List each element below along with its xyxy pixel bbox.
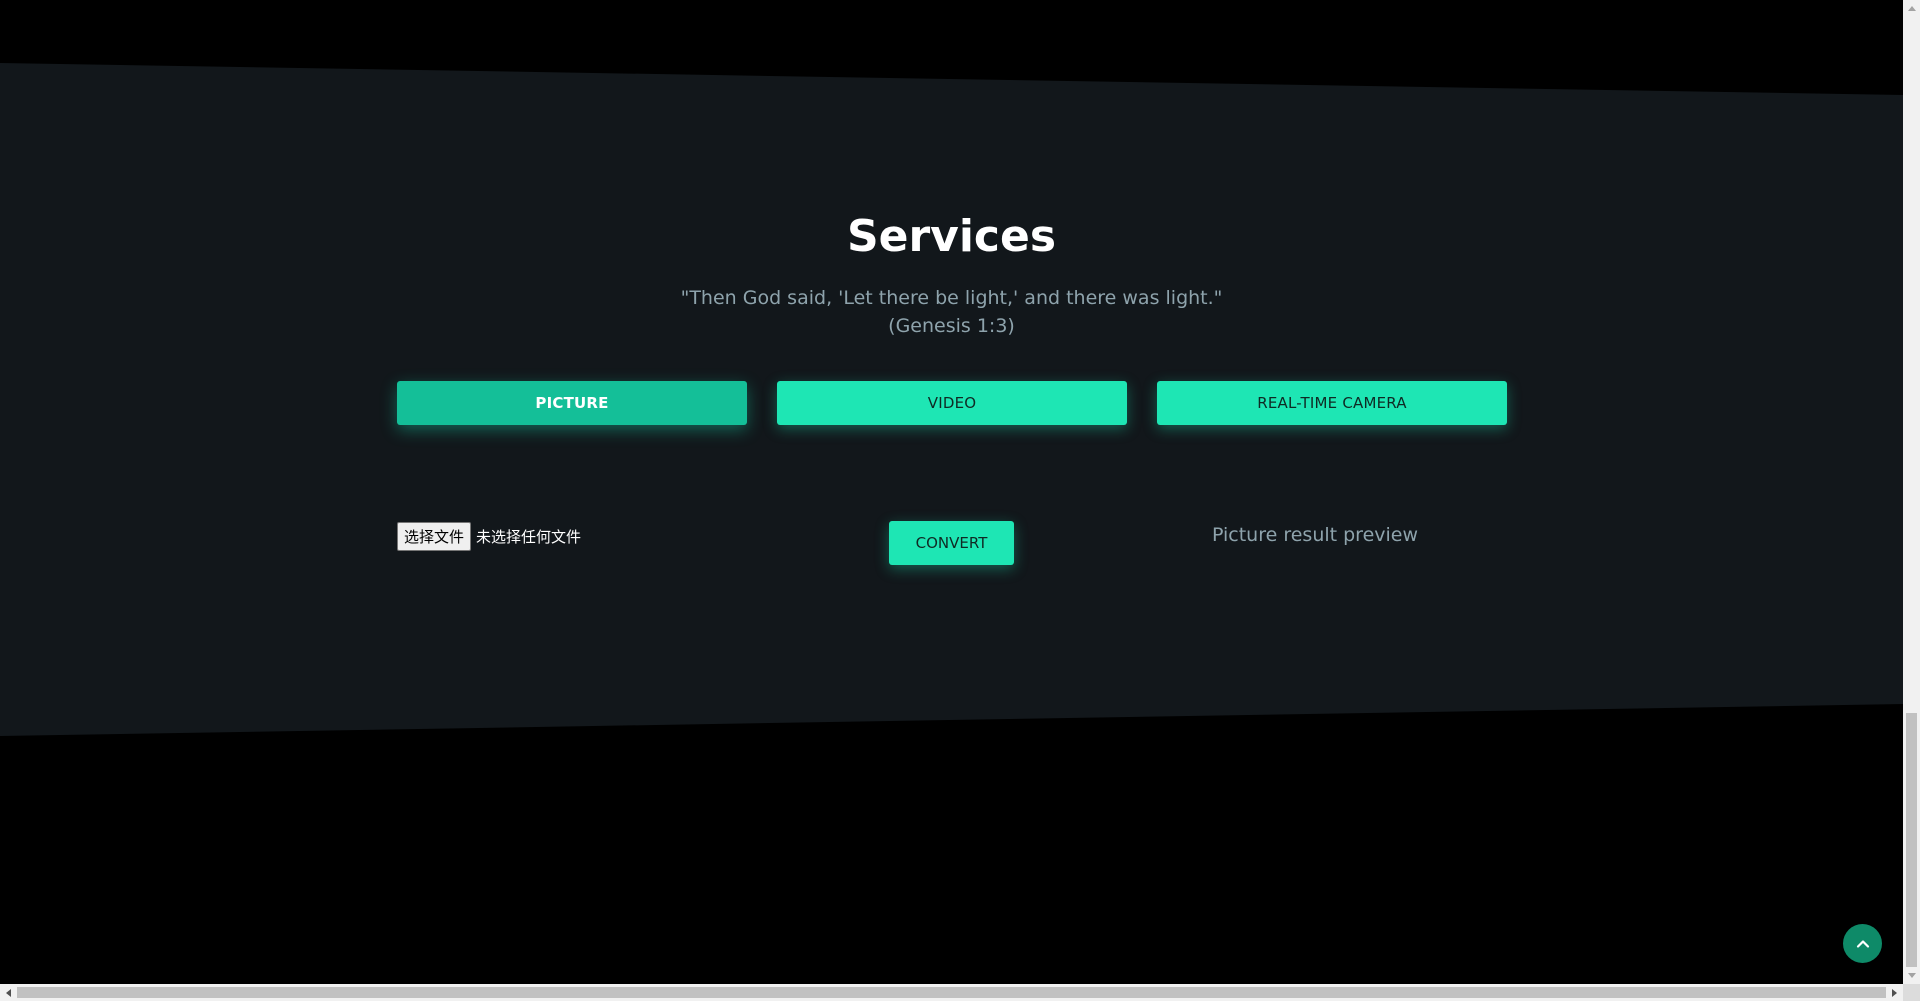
convert-button[interactable]: CONVERT [889,521,1014,565]
tab-real-time-camera[interactable]: REAL-TIME CAMERA [1157,381,1507,425]
vertical-scroll-thumb[interactable] [1906,713,1917,967]
scrollbar-corner [1903,984,1920,1001]
horizontal-scrollbar[interactable] [0,984,1903,1001]
horizontal-scroll-thumb[interactable] [17,987,1886,998]
services-quote: "Then God said, 'Let there be light,' an… [0,284,1903,340]
page-viewport: Services "Then God said, 'Let there be l… [0,0,1903,984]
chevron-up-icon [1856,939,1869,948]
quote-line: "Then God said, 'Let there be light,' an… [680,287,1223,309]
back-to-top-button[interactable] [1843,924,1882,963]
services-section-background [0,63,1903,736]
scroll-left-arrow-icon[interactable] [0,984,17,1001]
scroll-down-arrow-icon[interactable] [1903,967,1920,984]
vertical-scrollbar[interactable] [1903,0,1920,984]
services-title: Services [846,211,1057,262]
scroll-up-arrow-icon[interactable] [1903,0,1920,17]
file-input[interactable]: 选择文件 未选择任何文件 [397,521,581,551]
picture-result-preview: Picture result preview [1211,524,1419,546]
tab-picture[interactable]: PICTURE [397,381,747,425]
file-status-text: 未选择任何文件 [476,527,582,546]
tab-video[interactable]: VIDEO [777,381,1127,425]
scroll-right-arrow-icon[interactable] [1886,984,1903,1001]
choose-file-button[interactable]: 选择文件 [397,521,472,551]
quote-reference: (Genesis 1:3) [888,315,1015,337]
